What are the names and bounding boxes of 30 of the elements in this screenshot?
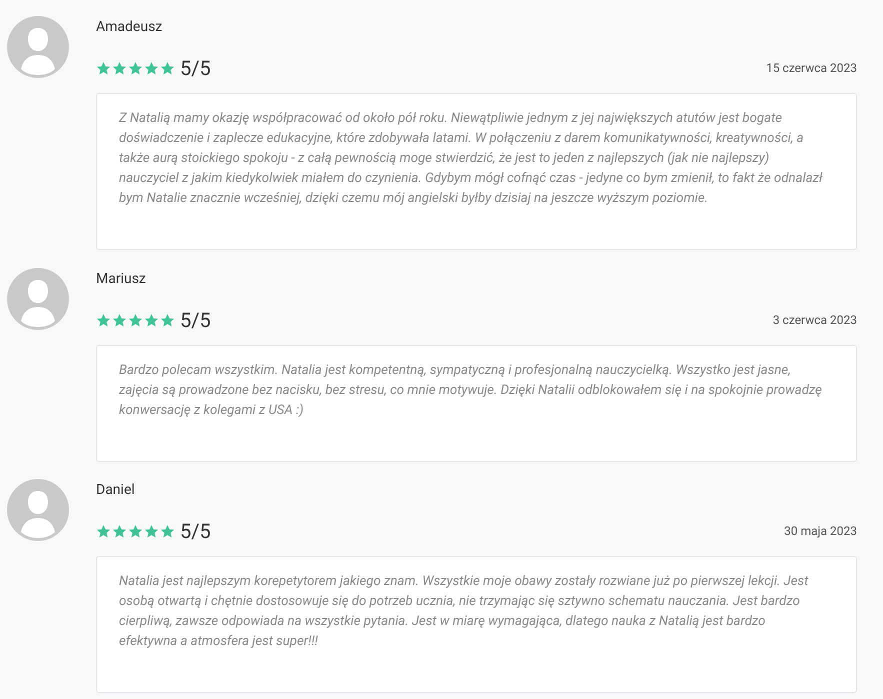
star-icon [160,312,175,328]
rating-score: 5/5 [180,519,211,543]
star-icon [160,60,175,76]
star-icon [160,524,175,538]
star-icon [128,60,143,76]
star-icon [96,524,111,538]
star-icon [112,60,127,76]
reviewer-name: Amadeusz [96,19,164,37]
review-text: Z Natalią mamy okazję współpracować od około pół roku. Niewątpliwie jednym z jej największych atutów jest bogate doświadczenie i zaplecze edukacyjne, które zdobywała latami. W połączeniu z darem komunikatywności, kreatywności, a także aurą stoickiego spokoju - z całą pewnością moge stwierdzić, że jest to jeden z najlepszych (jak nie najlepszy) nauczyciel z jakim kiedykolwiek miałem do czynienia. Gdybym mógł cofnąć czas - jedyne co bym zmienił, to fakt że odnalazł bym Natalie znacznie wcześniej, dzięki czemu mój angielski byłby dzisiaj na jeszcze wyższym poziomie. [119,110,824,208]
avatar-icon [7,16,69,78]
star-icon [96,312,111,328]
rating-score: 5/5 [180,56,211,80]
star-icon [144,312,159,328]
star-icon [112,524,127,538]
star-icon [128,524,143,538]
review-text: Bardzo polecam wszystkim. Natalia jest kompetentną, sympatyczną i profesjonalną nauczycielką. Wszystko jest jasne, zajęcia są prowadzone bez nacisku, bez stresu, co mnie motywuje. Dzięki Natalii odblokowałem się i na spokojnie prowadzę konwersację z kolegami z USA :) [119,362,823,420]
star-icon [128,312,143,328]
review-text: Natalia jest najlepszym korepetytorem jakiego znam. Wszystkie moje obawy zostały rozwiane już po pierwszej lekcji. Jest osobą otwartą i chętnie dostosowuje się do potrzeb ucznia, nie trzymając się sztywno schematu nauczania. Jest bardzo cierpliwą, zawsze odpowiada na wszystkie pytania. Jest w miarę wymagająca, dlatego nauka z Natalią jest bardzo efektywna a atmosfera jest super!!! [119,573,810,651]
review-date: 15 czerwca 2023 [766,61,857,75]
star-icon [144,524,159,538]
avatar-icon [7,268,69,330]
star-icon [144,60,159,76]
review-date: 3 czerwca 2023 [772,313,857,327]
reviewer-name: Daniel [96,482,136,500]
star-icon [112,312,127,328]
avatar-icon [7,479,69,541]
star-icon [96,60,111,76]
review-date: 30 maja 2023 [784,524,857,538]
reviewer-name: Mariusz [96,271,147,289]
rating-score: 5/5 [180,308,211,332]
